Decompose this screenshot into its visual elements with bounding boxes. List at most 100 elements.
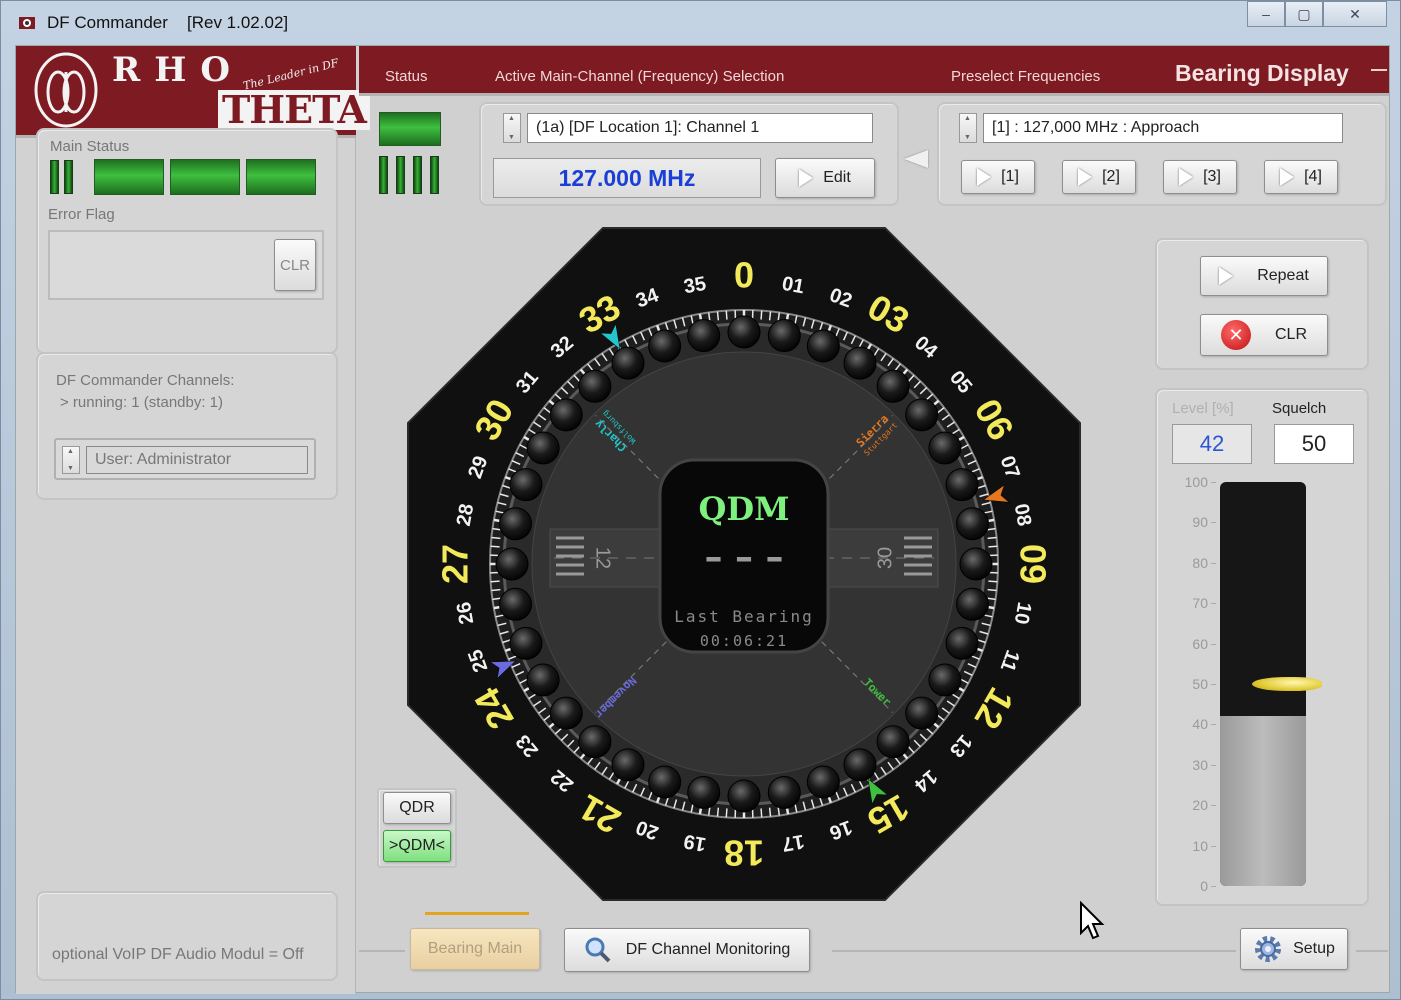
user-spinner[interactable] — [62, 446, 80, 474]
logo-brand-top: RHO — [112, 50, 244, 90]
left-panel: RHO The Leader in DF THETA Main Status E… — [16, 46, 370, 994]
qdm-button[interactable]: >QDM< — [383, 830, 451, 862]
channels-detail: > running: 1 (standby: 1) — [60, 394, 224, 411]
status-led-3 — [246, 159, 316, 195]
level-scale-tick — [1211, 482, 1216, 483]
frequency-display: 127.000 MHz — [493, 158, 761, 198]
compass-lamp — [905, 696, 939, 730]
compass-lamp — [806, 329, 840, 363]
compass-tick — [716, 807, 720, 817]
error-clear-button[interactable]: CLR — [274, 239, 316, 291]
preselect-button-1[interactable]: [1] — [961, 160, 1035, 194]
compass-lamp — [509, 626, 543, 660]
logo: RHO The Leader in DF THETA — [16, 46, 370, 138]
level-scale-tick — [1211, 522, 1216, 524]
compass-label: 17 — [780, 830, 806, 856]
compass-tick — [725, 310, 728, 320]
preselect-button-4[interactable]: [4] — [1264, 160, 1338, 194]
compass-lamp — [648, 765, 682, 799]
close-button[interactable]: ✕ — [1323, 1, 1387, 27]
compass-tick — [490, 580, 500, 583]
repeat-button[interactable]: Repeat — [1200, 256, 1328, 296]
level-scale-label: 40 — [1192, 716, 1208, 733]
squelch-label: Squelch — [1272, 400, 1327, 417]
app-icon — [19, 17, 35, 29]
level-scale-tick — [1211, 643, 1216, 645]
preselect-label-1: [1] — [1001, 168, 1019, 185]
compass-lamp — [499, 507, 533, 541]
bearing-main-tab[interactable]: Bearing Main — [410, 928, 540, 970]
compass-lamp — [928, 663, 962, 697]
level-scale-tick — [1211, 845, 1216, 847]
compass-label: 0 — [734, 255, 754, 296]
logo-brand-bottom: THETA — [218, 90, 370, 130]
compass-lamp — [549, 696, 583, 730]
main-status-label: Main Status — [50, 138, 130, 155]
compass-label: 09 — [1012, 544, 1053, 584]
qdr-button[interactable]: QDR — [383, 792, 451, 824]
edit-button[interactable]: Edit — [775, 158, 875, 198]
repeat-label: Repeat — [1257, 267, 1309, 284]
user-select[interactable]: User: Administrator — [54, 438, 316, 480]
level-value: 42 — [1172, 424, 1252, 464]
preselect-spinner[interactable] — [959, 113, 977, 143]
setup-button[interactable]: Setup — [1240, 928, 1348, 970]
channel-spinner[interactable] — [503, 113, 521, 143]
preselect-select[interactable]: [1] : 127,000 MHz : Approach — [983, 113, 1343, 143]
minimize-button[interactable]: – — [1247, 1, 1285, 27]
last-bearing-time: 00:06:21 — [700, 632, 788, 650]
bottom-divider-right — [1356, 950, 1388, 952]
play-icon — [1280, 168, 1295, 186]
header-status: Status — [385, 68, 428, 85]
compass-lamp — [945, 626, 979, 660]
channel-select[interactable]: (1a) [DF Location 1]: Channel 1 — [527, 113, 873, 143]
user-field[interactable]: User: Administrator — [86, 446, 308, 474]
compass-lamp — [905, 398, 939, 432]
play-icon — [1219, 267, 1234, 285]
compass-tick — [725, 808, 728, 818]
compass-lamp — [611, 748, 645, 782]
compass-lamp — [549, 398, 583, 432]
bottom-divider-mid — [832, 950, 1236, 952]
compass-tick — [760, 808, 763, 818]
compass-lamp — [526, 431, 560, 465]
bottom-divider-left — [359, 950, 405, 952]
compass-lamp — [727, 779, 761, 813]
squelch-input[interactable]: 50 — [1274, 424, 1354, 464]
compass-lamp — [767, 775, 801, 809]
mouse-cursor-icon — [1080, 901, 1105, 940]
qdm-reading: – – – — [704, 537, 783, 578]
channel-monitoring-label: DF Channel Monitoring — [625, 941, 791, 958]
compass-label: 27 — [435, 544, 476, 584]
preselect-button-2[interactable]: [2] — [1062, 160, 1136, 194]
compass-lamp — [495, 547, 529, 581]
squelch-slider-handle[interactable] — [1252, 677, 1322, 691]
play-icon — [1179, 168, 1194, 186]
level-scale-label: 50 — [1192, 676, 1208, 692]
level-scale-label: 60 — [1192, 635, 1208, 652]
maximize-button[interactable]: ▢ — [1285, 1, 1323, 27]
compass-tick — [760, 310, 763, 320]
play-icon — [1078, 168, 1093, 186]
play-icon — [977, 168, 992, 186]
compass-lamp — [648, 329, 682, 363]
level-scale-label: 70 — [1192, 595, 1208, 612]
header-rule — [1371, 69, 1387, 71]
level-scale-tick — [1211, 886, 1216, 887]
channel-monitoring-tab[interactable]: DF Channel Monitoring — [564, 928, 810, 972]
preselect-label-3: [3] — [1203, 168, 1221, 185]
compass-label: 08 — [1010, 502, 1036, 528]
preselect-label-2: [2] — [1102, 168, 1120, 185]
compass-tick — [987, 588, 997, 592]
status-led-b — [64, 160, 73, 194]
client-area: RHO The Leader in DF THETA Main Status E… — [15, 45, 1390, 994]
compass-lamp — [959, 547, 993, 581]
clear-button[interactable]: ✕ CLR — [1200, 314, 1328, 356]
compass-tick — [491, 588, 501, 592]
compass-lamp — [727, 315, 761, 349]
voip-status: optional VoIP DF Audio Modul = Off — [52, 946, 304, 963]
channel-led-4 — [430, 156, 439, 194]
preselect-button-3[interactable]: [3] — [1163, 160, 1237, 194]
compass-label: 28 — [453, 502, 479, 528]
compass-lamp — [578, 725, 612, 759]
